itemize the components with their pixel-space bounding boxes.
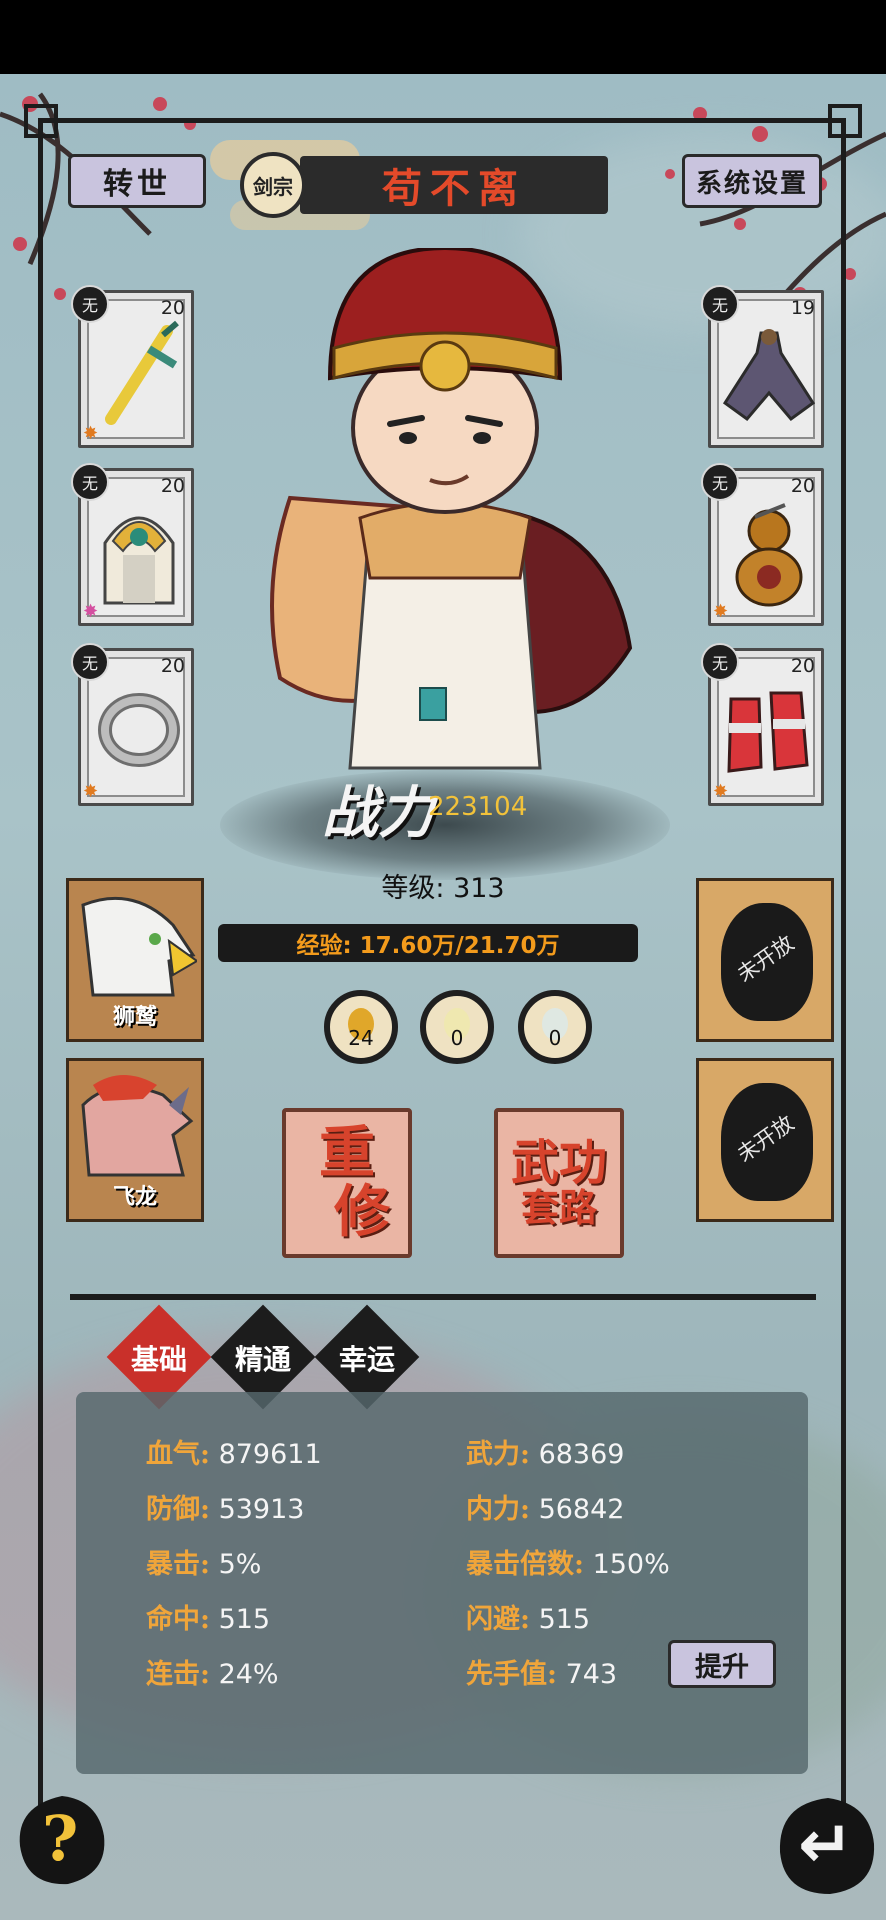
equip-slot-weapon[interactable]: 无 20 ✸ bbox=[71, 285, 194, 448]
stat-dodge: 闪避: 515 bbox=[466, 1604, 591, 1635]
resource-count: 24 bbox=[348, 1026, 374, 1050]
helmet-icon bbox=[103, 516, 175, 605]
item-level: 19 bbox=[790, 297, 815, 319]
combat-power-value: 223104 bbox=[428, 792, 528, 822]
quality-badge: 无 bbox=[71, 643, 109, 681]
exp-bar: 经验: 17.60万/21.70万 bbox=[218, 924, 638, 962]
item-level: 20 bbox=[790, 655, 815, 677]
frame-corner bbox=[828, 104, 862, 138]
pet-slot-griffin[interactable]: 狮鹫 bbox=[66, 878, 204, 1042]
stat-combo: 连击: 24% bbox=[146, 1659, 279, 1690]
quality-badge: 无 bbox=[71, 463, 109, 501]
locked-slot[interactable]: 未开放 bbox=[696, 1058, 834, 1222]
pet-name: 飞龙 bbox=[112, 1184, 157, 1210]
gourd-icon bbox=[735, 503, 803, 607]
equip-slot-ring[interactable]: 无 20 ✸ bbox=[71, 643, 194, 806]
character-name: 苟不离 bbox=[382, 165, 526, 212]
upgrade-button[interactable]: 提升 bbox=[668, 1640, 776, 1688]
stat-hp: 血气: 879611 bbox=[146, 1439, 322, 1470]
item-level: 20 bbox=[160, 655, 185, 677]
dragon-icon bbox=[81, 1075, 194, 1177]
equip-slot-helmet[interactable]: 无 20 ✸ bbox=[71, 463, 194, 626]
ring-icon bbox=[98, 693, 180, 767]
status-bar bbox=[0, 0, 886, 74]
quality-badge: 无 bbox=[701, 643, 739, 681]
resource-count: 0 bbox=[548, 1026, 562, 1050]
item-level: 20 bbox=[160, 297, 185, 319]
settings-label: 系统设置 bbox=[695, 168, 808, 199]
retrain-label-1: 重 bbox=[319, 1120, 375, 1187]
exp-text: 经验: 17.60万/21.70万 bbox=[296, 933, 560, 959]
equip-slot-cloak[interactable]: 无 19 bbox=[701, 285, 824, 448]
frame-top-line bbox=[38, 118, 846, 123]
question-icon: ? bbox=[42, 1802, 79, 1875]
sect-badge: 剑宗 bbox=[240, 152, 306, 218]
equip-slot-boots[interactable]: 无 20 ✸ bbox=[701, 643, 824, 806]
martial-label-2: 套路 bbox=[520, 1185, 597, 1231]
quality-badge: 无 bbox=[701, 463, 739, 501]
pet-name: 狮鹫 bbox=[112, 1004, 157, 1030]
retrain-button[interactable]: 重 修 bbox=[282, 1108, 412, 1258]
character-name-bar: 苟不离 bbox=[300, 156, 608, 214]
sword-icon bbox=[105, 320, 179, 425]
stat-hit: 命中: 515 bbox=[146, 1604, 271, 1635]
back-button[interactable]: ↵ bbox=[772, 1790, 882, 1900]
tab-luck-label: 幸运 bbox=[338, 1343, 395, 1376]
rebirth-button[interactable]: 转世 bbox=[68, 154, 206, 208]
character-portrait bbox=[270, 248, 633, 770]
resource-count: 0 bbox=[450, 1026, 464, 1050]
combat-power-label: 战力 bbox=[322, 780, 434, 846]
stat-inner-force: 内力: 56842 bbox=[466, 1494, 625, 1525]
tab-mastery-label: 精通 bbox=[234, 1343, 291, 1376]
item-level: 20 bbox=[790, 475, 815, 497]
section-divider bbox=[70, 1294, 816, 1300]
star-icon: ✸ bbox=[83, 781, 99, 802]
star-icon: ✸ bbox=[83, 423, 99, 444]
pale-egg-icon[interactable]: 0 bbox=[420, 990, 494, 1064]
crystal-egg-icon[interactable]: 0 bbox=[518, 990, 592, 1064]
stat-defense: 防御: 53913 bbox=[146, 1494, 305, 1525]
stat-crit: 暴击: 5% bbox=[146, 1549, 262, 1580]
stat-crit-multiplier: 暴击倍数: 150% bbox=[466, 1549, 670, 1580]
frame-corner bbox=[24, 104, 58, 138]
back-arrow-icon: ↵ bbox=[798, 1806, 854, 1883]
quality-badge: 无 bbox=[701, 285, 739, 323]
quality-badge: 无 bbox=[71, 285, 109, 323]
help-button[interactable]: ? bbox=[12, 1790, 112, 1890]
martial-label-1: 武功 bbox=[510, 1134, 607, 1191]
ink-shadow bbox=[220, 770, 670, 880]
item-level: 20 bbox=[160, 475, 185, 497]
locked-slot[interactable]: 未开放 bbox=[696, 878, 834, 1042]
tab-basic-label: 基础 bbox=[130, 1343, 187, 1376]
cloak-icon bbox=[722, 329, 816, 422]
retrain-label-2: 修 bbox=[334, 1179, 390, 1245]
martial-routine-button[interactable]: 武功 套路 bbox=[494, 1108, 624, 1258]
boots-icon bbox=[727, 691, 809, 773]
stat-attack: 武力: 68369 bbox=[466, 1439, 625, 1470]
system-settings-button[interactable]: 系统设置 bbox=[682, 154, 822, 208]
star-icon: ✸ bbox=[83, 601, 99, 622]
griffin-icon bbox=[81, 896, 197, 997]
rebirth-label: 转世 bbox=[103, 167, 171, 202]
pet-slot-dragon[interactable]: 飞龙 bbox=[66, 1058, 204, 1222]
sect-label: 剑宗 bbox=[253, 174, 293, 199]
gold-egg-icon[interactable]: 24 bbox=[324, 990, 398, 1064]
star-icon: ✸ bbox=[713, 781, 729, 802]
equip-slot-gourd[interactable]: 无 20 ✸ bbox=[701, 463, 824, 626]
stat-initiative: 先手值: 743 bbox=[466, 1659, 618, 1690]
star-icon: ✸ bbox=[713, 601, 729, 622]
upgrade-label: 提升 bbox=[695, 1651, 749, 1683]
